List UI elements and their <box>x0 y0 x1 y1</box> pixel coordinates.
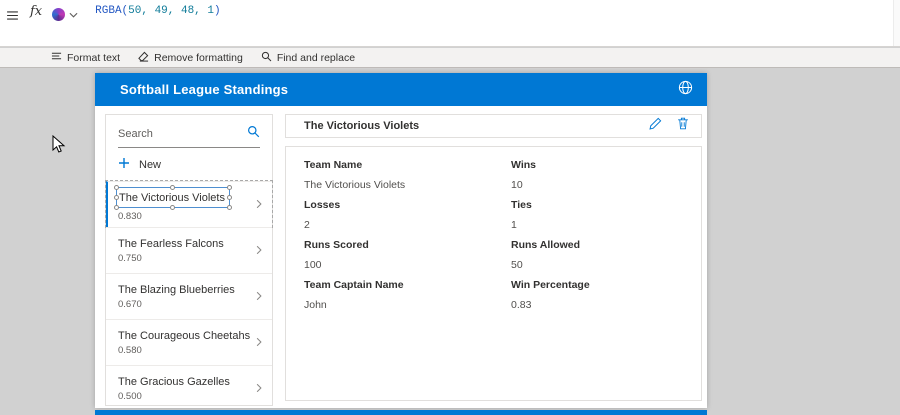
delete-icon[interactable] <box>677 117 689 135</box>
find-replace-label: Find and replace <box>277 52 355 64</box>
fx-icon: fx <box>23 0 48 19</box>
selection-handle[interactable] <box>227 195 232 200</box>
field-value: 100 <box>304 259 511 271</box>
form-field: Wins 10 <box>511 157 701 197</box>
menu-icon[interactable] <box>0 0 23 25</box>
field-value: 50 <box>511 259 701 271</box>
property-selector[interactable] <box>48 0 83 23</box>
list-item[interactable]: The Courageous Cheetahs 0.580 <box>106 319 272 365</box>
list-item[interactable]: The Blazing Blueberries 0.670 <box>106 273 272 319</box>
list-item[interactable]: The Gracious Gazelles 0.500 <box>106 365 272 411</box>
field-label: Losses <box>304 199 511 211</box>
format-text-button[interactable]: Format text <box>42 48 129 67</box>
selection-handle[interactable] <box>170 185 175 190</box>
app-icon <box>52 8 65 21</box>
new-record-button[interactable]: New <box>106 148 272 181</box>
chevron-down-icon <box>69 5 78 23</box>
form-field: Losses 2 <box>304 197 511 237</box>
selected-label-control[interactable]: The Victorious Violets <box>116 187 230 208</box>
search-input[interactable] <box>118 128 247 140</box>
remove-formatting-button[interactable]: Remove formatting <box>129 48 252 67</box>
field-value: John <box>304 299 511 311</box>
team-name: The Blazing Blueberries <box>118 284 256 296</box>
field-value: 0.83 <box>511 299 701 311</box>
remove-formatting-label: Remove formatting <box>154 52 243 64</box>
formula-function: RGBA( <box>95 5 128 17</box>
formula-close-paren: ) <box>214 5 221 17</box>
remove-formatting-icon <box>138 51 149 65</box>
selection-handle[interactable] <box>114 195 119 200</box>
chevron-right-icon <box>256 242 262 260</box>
team-value: 0.670 <box>118 299 256 310</box>
app-header: Softball League Standings <box>95 73 707 106</box>
detail-form: Team Name The Victorious Violets Wins 10… <box>285 146 702 401</box>
team-name: The Courageous Cheetahs <box>118 330 256 342</box>
field-label: Ties <box>511 199 701 211</box>
field-label: Team Captain Name <box>304 279 511 291</box>
field-label: Wins <box>511 159 701 171</box>
search-row <box>118 125 260 148</box>
team-value: 0.830 <box>118 211 256 222</box>
plus-icon <box>118 156 130 174</box>
canvas: Softball League Standings New <box>0 69 900 415</box>
search-icon[interactable] <box>247 125 260 143</box>
field-label: Win Percentage <box>511 279 701 291</box>
field-label: Runs Scored <box>304 239 511 251</box>
field-label: Runs Allowed <box>511 239 701 251</box>
form-field: Ties 1 <box>511 197 701 237</box>
chevron-right-icon <box>256 380 262 398</box>
format-text-icon <box>51 51 62 65</box>
page-title: Softball League Standings <box>120 82 678 97</box>
edit-icon[interactable] <box>649 117 662 135</box>
globe-icon[interactable] <box>678 80 693 100</box>
chevron-right-icon <box>256 288 262 306</box>
format-text-label: Format text <box>67 52 120 64</box>
chevron-right-icon <box>256 196 262 214</box>
selection-handle[interactable] <box>227 185 232 190</box>
new-label: New <box>139 159 161 171</box>
team-list: The Victorious Violets 0.830 <box>106 181 272 411</box>
formula-args: 50, 49, 48, 1 <box>128 5 214 17</box>
selection-handle[interactable] <box>227 205 232 210</box>
list-item[interactable]: The Fearless Falcons 0.750 <box>106 227 272 273</box>
form-field: Runs Allowed 50 <box>511 237 701 277</box>
field-value: The Victorious Violets <box>304 179 511 191</box>
chevron-right-icon <box>256 334 262 352</box>
team-value: 0.500 <box>118 391 256 402</box>
list-item[interactable]: The Victorious Violets 0.830 <box>106 181 272 227</box>
browse-panel: New The Victorious Violets <box>105 114 273 406</box>
formula-scrollbar[interactable] <box>893 0 900 46</box>
field-label: Team Name <box>304 159 511 171</box>
field-value: 1 <box>511 219 701 231</box>
field-value: 2 <box>304 219 511 231</box>
app-screen: Softball League Standings New <box>95 73 707 408</box>
team-value: 0.580 <box>118 345 256 356</box>
field-value: 10 <box>511 179 701 191</box>
selection-handle[interactable] <box>114 205 119 210</box>
formula-input[interactable]: RGBA(50, 49, 48, 1) <box>83 0 900 17</box>
selection-handle[interactable] <box>114 185 119 190</box>
screen-bottom-bar <box>95 410 707 415</box>
detail-title: The Victorious Violets <box>304 120 649 132</box>
selection-handle[interactable] <box>170 205 175 210</box>
team-name: The Fearless Falcons <box>118 238 256 250</box>
form-field: Runs Scored 100 <box>304 237 511 277</box>
formula-bar: fx RGBA(50, 49, 48, 1) <box>0 0 900 47</box>
detail-fields: Team Name The Victorious Violets Wins 10… <box>304 157 701 317</box>
formatting-toolbar: Format text Remove formatting Find and r… <box>0 48 900 68</box>
form-field: Win Percentage 0.83 <box>511 277 701 317</box>
team-value: 0.750 <box>118 253 256 264</box>
team-name: The Victorious Violets <box>119 192 225 204</box>
detail-titlebar: The Victorious Violets <box>285 114 702 138</box>
form-field: Team Captain Name John <box>304 277 511 317</box>
find-replace-button[interactable]: Find and replace <box>252 48 364 67</box>
form-field: Team Name The Victorious Violets <box>304 157 511 197</box>
search-icon <box>261 51 272 65</box>
team-name: The Gracious Gazelles <box>118 376 256 388</box>
